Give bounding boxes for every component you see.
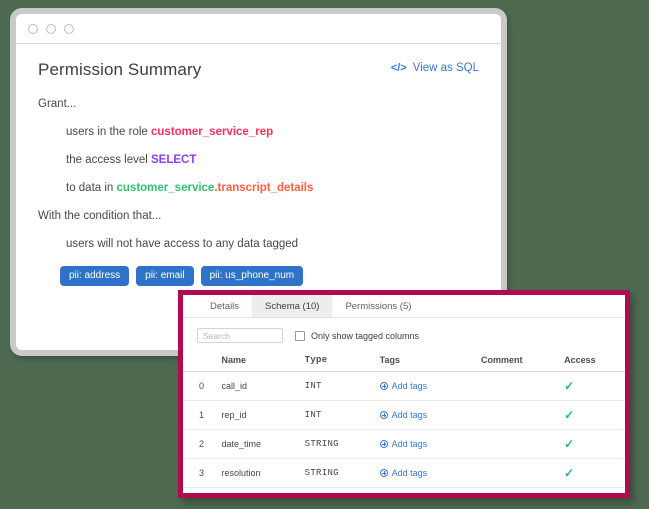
cell-tags: pii: us_phone_num [379,487,482,493]
tag-pill[interactable]: pii: email [136,266,194,286]
grant-lead: Grant... [38,98,77,110]
plus-circle-icon [379,468,388,477]
role-token: customer_service_rep [151,126,274,138]
add-tags-link[interactable]: Add tags [379,438,428,449]
code-icon: </> [390,62,407,74]
table-row[interactable]: 0 call_id INT Add tags ✓ [183,371,625,401]
clause-access: the access level SELECT [66,154,479,166]
add-tags-label: Add tags [391,467,428,478]
cell-access: ✓ [564,429,625,459]
check-icon: ✓ [564,408,575,422]
cell-comment [481,458,565,488]
plus-circle-icon [379,439,388,448]
clause-role: users in the role customer_service_rep [66,126,479,138]
schema-panel-inner: Details Schema (10) Permissions (5) Only… [183,295,625,493]
view-as-sql-link[interactable]: </> View as SQL [391,62,479,74]
clause-data: to data in customer_service.transcript_d… [66,182,479,194]
cell-type: STRING [304,429,380,459]
cell-comment [481,429,565,459]
clause-role-prefix: users in the role [66,126,152,138]
cell-name: call_id [221,371,305,401]
only-tagged-label: Only show tagged columns [311,330,420,341]
table-header-row: Name Type Tags Comment Access [183,352,625,372]
cell-tags: Add tags [379,371,482,401]
condition-text: users will not have access to any data t… [66,238,299,250]
check-icon: ✓ [564,466,575,480]
cell-comment [481,487,565,493]
clause-data-prefix: to data in [66,182,117,194]
cell-comment [481,400,565,430]
cell-index: 3 [183,458,222,488]
condition-lead: With the condition that... [38,210,162,222]
clause-access-prefix: the access level [66,154,152,166]
tab-permissions[interactable]: Permissions (5) [332,295,424,317]
cell-index: 4 [183,487,222,493]
cell-name: resolution [221,458,305,488]
cell-index: 0 [183,371,222,401]
table-row[interactable]: 4 phone STRING pii: us_phone_num [183,487,625,493]
cell-access: ✓ [564,371,625,401]
plus-circle-icon [379,381,388,390]
add-tags-link[interactable]: Add tags [379,467,428,478]
cell-name: rep_id [221,400,305,430]
cell-name: phone [221,487,305,493]
col-index [183,352,222,372]
cell-access: ✓ [564,458,625,488]
check-icon: ✓ [564,379,575,393]
cell-name: date_time [221,429,305,459]
cell-access: ✓ [564,400,625,430]
col-tags: Tags [379,352,482,372]
only-tagged-checkbox[interactable]: Only show tagged columns [295,330,420,341]
cell-type: STRING [304,458,380,488]
condition-tag-list: pii: address pii: email pii: us_phone_nu… [60,266,479,286]
maximize-icon[interactable] [64,23,74,34]
cell-tags: Add tags [379,400,482,430]
col-type: Type [304,352,380,372]
plus-circle-icon [379,410,388,419]
cell-tags: Add tags [379,429,482,459]
tag-pill[interactable]: pii: address [60,266,130,286]
add-tags-link[interactable]: Add tags [379,380,428,391]
panel-tabs: Details Schema (10) Permissions (5) [183,295,625,318]
panel-filters: Only show tagged columns [183,318,625,352]
cell-type: STRING [304,487,380,493]
search-input[interactable] [197,328,283,343]
window-titlebar [16,14,501,44]
table-row[interactable]: 3 resolution STRING Add tags ✓ [183,458,625,488]
cell-comment [481,371,565,401]
access-token: SELECT [151,154,197,166]
add-tags-label: Add tags [391,380,428,391]
cell-tags: Add tags [379,458,482,488]
close-icon[interactable] [28,23,38,34]
cell-type: INT [304,400,380,430]
table-row[interactable]: 2 date_time STRING Add tags ✓ [183,429,625,459]
window-content: Permission Summary </> View as SQL Grant… [16,44,501,286]
minimize-icon[interactable] [46,23,56,34]
cell-type: INT [304,371,380,401]
tab-schema[interactable]: Schema (10) [252,295,333,317]
screenshot-root: Permission Summary </> View as SQL Grant… [0,0,649,509]
col-comment: Comment [481,352,565,372]
cell-index: 1 [183,400,222,430]
table-row[interactable]: 1 rep_id INT Add tags ✓ [183,400,625,430]
view-as-sql-label: View as SQL [412,62,479,74]
add-tags-link[interactable]: Add tags [379,409,428,420]
schema-token: customer_service [116,182,215,194]
checkbox-icon[interactable] [295,330,305,341]
add-tags-label: Add tags [391,438,428,449]
col-name: Name [221,352,305,372]
schema-panel: Details Schema (10) Permissions (5) Only… [178,290,630,498]
schema-table: Name Type Tags Comment Access 0 call_id … [183,352,625,493]
cell-index: 2 [183,429,222,459]
check-icon: ✓ [564,437,575,451]
tag-pill[interactable]: pii: us_phone_num [200,266,304,286]
col-access: Access [564,352,625,372]
table-token: .transcript_details [214,182,314,194]
cell-access [564,487,625,493]
tab-details[interactable]: Details [197,295,252,317]
add-tags-label: Add tags [391,409,428,420]
